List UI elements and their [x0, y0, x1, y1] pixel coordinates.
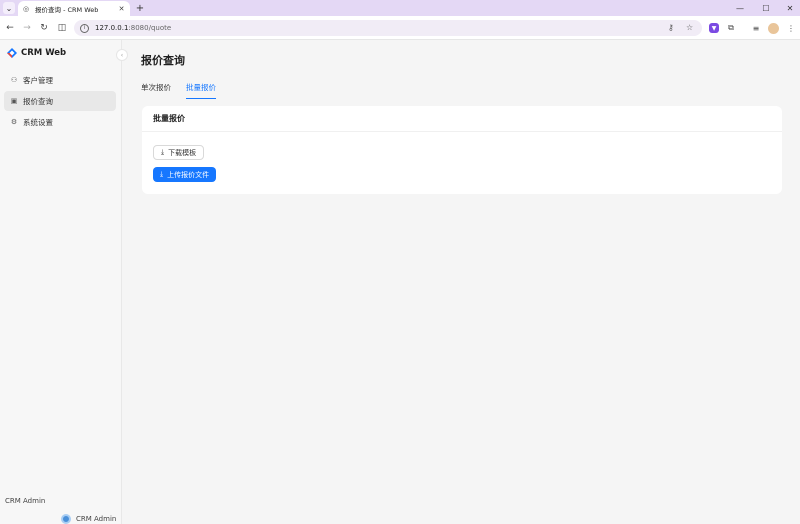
download-icon: ⤓: [161, 148, 165, 156]
tab-batch-quote[interactable]: 批量报价: [186, 82, 216, 99]
sidebar-item-label: 系统设置: [23, 117, 53, 127]
download-template-button[interactable]: ⤓ 下载模板: [153, 145, 205, 160]
puzzle-icon[interactable]: ⧉: [724, 21, 738, 35]
key-icon[interactable]: ⚷: [668, 23, 674, 32]
back-arrow-icon[interactable]: ←: [3, 21, 17, 35]
batch-quote-card: 批量报价 ⤓ 下载模板 ⤓ 上传报价文件: [142, 106, 782, 194]
gear-icon: ⚙: [10, 118, 18, 126]
avatar: [61, 514, 71, 524]
media-icon[interactable]: ≡: [749, 21, 763, 35]
tab-single-quote[interactable]: 单次报价: [141, 82, 171, 99]
url-host: 127.0.0.1: [95, 24, 129, 32]
sidebar-item-label: 报价查询: [23, 96, 53, 106]
tab-search-chevron-down-icon[interactable]: ⌄: [3, 2, 15, 14]
sidebar-item-customers[interactable]: ⚇ 客户管理: [4, 70, 116, 90]
new-tab-button[interactable]: +: [134, 2, 146, 14]
url-text: 127.0.0.1:8080/quote: [95, 24, 171, 32]
profile-avatar[interactable]: [768, 22, 779, 34]
download-template-label: 下载模板: [168, 148, 197, 157]
forward-arrow-icon[interactable]: →: [20, 21, 34, 35]
url-path: :8080/quote: [128, 24, 172, 32]
upload-quote-file-label: 上传报价文件: [167, 170, 210, 179]
sidebar-item-settings[interactable]: ⚙ 系统设置: [4, 112, 116, 132]
user-label: CRM Admin: [5, 497, 46, 505]
browser-tabstrip: ⌄ ◎ 报价查询 - CRM Web ✕ + — ☐ ✕: [0, 0, 800, 16]
window-close-icon[interactable]: ✕: [778, 0, 800, 16]
info-icon[interactable]: i: [80, 23, 89, 33]
user-profile[interactable]: CRM Admin: [61, 514, 116, 524]
split-view-icon[interactable]: ◫: [55, 21, 69, 35]
sidebar: CRM Web ‹ ⚇ 客户管理 ▣ 报价查询 ⚙ 系统设置 CRM Admin…: [0, 40, 128, 524]
page-title: 报价查询: [141, 54, 185, 67]
quote-icon: ▣: [10, 97, 18, 105]
logo[interactable]: CRM Web: [7, 48, 66, 58]
reload-icon[interactable]: ↻: [37, 21, 51, 35]
main-content: 报价查询 单次报价 批量报价 批量报价 ⤓ 下载模板 ⤓ 上传报价文件: [123, 40, 800, 524]
logo-icon: [7, 48, 17, 58]
star-icon[interactable]: ☆: [686, 23, 693, 32]
upload-icon: ⤓: [160, 170, 164, 178]
sidebar-menu: ⚇ 客户管理 ▣ 报价查询 ⚙ 系统设置: [4, 70, 116, 133]
tab-title: 报价查询 - CRM Web: [35, 5, 99, 14]
maximize-icon[interactable]: ☐: [754, 0, 778, 16]
globe-icon: ◎: [22, 4, 30, 13]
minimize-icon[interactable]: —: [728, 0, 752, 16]
upload-quote-file-button[interactable]: ⤓ 上传报价文件: [153, 167, 217, 182]
sidebar-item-label: 客户管理: [23, 75, 53, 85]
browser-tab[interactable]: ◎ 报价查询 - CRM Web ✕: [18, 1, 130, 16]
browser-toolbar: ← → ↻ ◫ i 127.0.0.1:8080/quote ⚷ ☆ ▼ ⧉ ≡…: [0, 16, 800, 40]
card-title: 批量报价: [142, 106, 782, 132]
address-bar[interactable]: i 127.0.0.1:8080/quote ⚷ ☆: [74, 20, 702, 36]
kebab-menu-icon[interactable]: ⋮: [784, 21, 798, 35]
users-icon: ⚇: [10, 76, 18, 84]
tabs: 单次报价 批量报价: [141, 82, 231, 99]
logo-text: CRM Web: [21, 48, 67, 58]
user-name: CRM Admin: [76, 515, 117, 523]
tab-close-icon[interactable]: ✕: [117, 5, 126, 13]
sidebar-item-quote[interactable]: ▣ 报价查询: [4, 91, 116, 111]
extension-icon[interactable]: ▼: [709, 23, 719, 33]
